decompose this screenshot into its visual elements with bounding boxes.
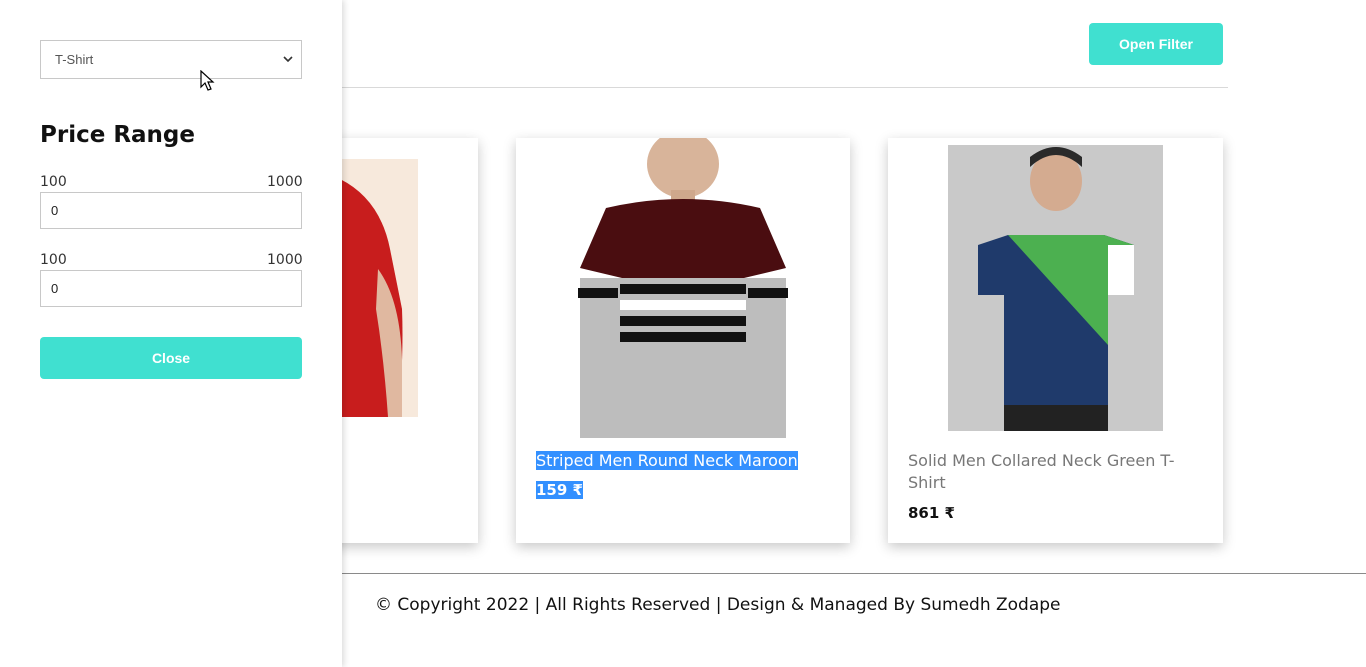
product-image[interactable] bbox=[948, 145, 1163, 431]
footer-copyright: © Copyright 2022 | All Rights Reserved |… bbox=[375, 595, 1061, 615]
mouse-pointer-icon bbox=[200, 70, 215, 91]
product-name[interactable]: Striped Men Round Neck Maroon bbox=[536, 450, 830, 472]
product-card[interactable]: Striped Men Round Neck Maroon 159 ₹ bbox=[516, 138, 850, 543]
footer-divider bbox=[342, 573, 1366, 574]
header-divider bbox=[342, 87, 1228, 88]
product-price: 159 ₹ bbox=[536, 481, 583, 499]
product-image[interactable] bbox=[576, 138, 790, 438]
product-card[interactable]: Solid Men Collared Neck Green T-Shirt 86… bbox=[888, 138, 1223, 543]
min-range-low-label: 100 bbox=[40, 174, 67, 190]
min-price-input[interactable]: 0 bbox=[40, 192, 302, 229]
product-price: 861 ₹ bbox=[908, 504, 955, 522]
close-filter-button[interactable]: Close bbox=[40, 337, 302, 379]
min-range-high-label: 1000 bbox=[267, 174, 303, 190]
product-name[interactable]: Solid Men Collared Neck Green T-Shirt bbox=[908, 450, 1203, 494]
open-filter-button[interactable]: Open Filter bbox=[1089, 23, 1223, 65]
filter-sidebar: T-Shirt Price Range 100 1000 0 100 1000 … bbox=[0, 0, 342, 667]
category-value: T-Shirt bbox=[55, 52, 94, 67]
max-range-high-label: 1000 bbox=[267, 252, 303, 268]
chevron-down-icon bbox=[283, 56, 293, 63]
max-price-input[interactable]: 0 bbox=[40, 270, 302, 307]
max-range-low-label: 100 bbox=[40, 252, 67, 268]
category-select[interactable]: T-Shirt bbox=[40, 40, 302, 79]
price-range-heading: Price Range bbox=[40, 122, 195, 148]
